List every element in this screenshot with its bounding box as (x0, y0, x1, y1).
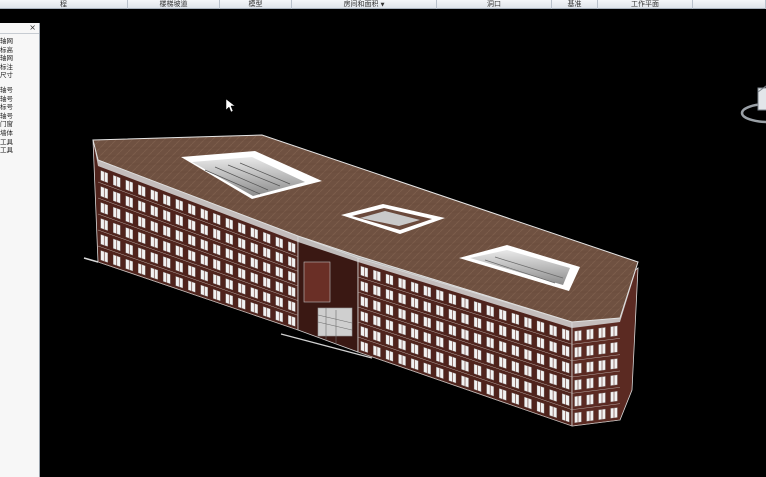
mouse-cursor-icon (225, 98, 236, 113)
browser-item[interactable]: 工具 (0, 146, 39, 155)
drawing-area-3d-view[interactable] (41, 23, 766, 477)
building-3d-model (83, 85, 766, 427)
browser-item[interactable]: 门窗 (0, 120, 39, 129)
view-cube-icon[interactable] (740, 85, 766, 124)
browser-item[interactable]: 轴号 (0, 95, 39, 104)
ribbon-panel-2[interactable]: 模型 (220, 0, 292, 9)
browser-item[interactable]: 轴网 (0, 37, 39, 46)
ribbon-panel-0[interactable]: 程 (0, 0, 128, 9)
project-browser: × 轴网 标高 轴网 标注 尺寸 轴号 轴号 标号 轴号 门窗 墙体 工具 工具 (0, 23, 40, 477)
browser-item[interactable]: 轴号 (0, 86, 39, 95)
browser-item[interactable]: 墙体 (0, 129, 39, 138)
browser-item[interactable]: 标注 (0, 63, 39, 72)
ribbon-panel-label: 模型 (248, 0, 263, 8)
ground-edge (83, 257, 99, 263)
ribbon-panel-7[interactable] (693, 0, 766, 9)
dropdown-arrow-icon[interactable]: ▼ (381, 2, 385, 8)
browser-item[interactable]: 工具 (0, 138, 39, 147)
ribbon-panel-label: 房间和面积 (343, 0, 379, 8)
browser-item[interactable]: 标高 (0, 46, 39, 55)
ribbon-panel-label: 基准 (567, 0, 582, 8)
browser-item[interactable]: 轴号 (0, 112, 39, 121)
browser-item[interactable]: 标号 (0, 103, 39, 112)
ribbon-panel-label: 洞口 (487, 0, 501, 8)
ribbon-panel-1[interactable]: 楼梯坡道 (128, 0, 220, 9)
ribbon-panel-4[interactable]: 洞口 (437, 0, 552, 9)
ribbon-panel-label: 工作平面 (631, 0, 659, 8)
ribbon-panel-3[interactable]: 房间和面积 ▼ (292, 0, 437, 9)
ribbon-panel-label: 程 (60, 0, 67, 8)
browser-item[interactable]: 轴网 (0, 54, 39, 63)
ribbon-panel-6[interactable]: 工作平面 (598, 0, 693, 9)
ribbon-panel-5[interactable]: 基准 (552, 0, 598, 9)
ribbon-panel-label: 楼梯坡道 (159, 0, 188, 8)
close-icon[interactable]: × (29, 24, 36, 32)
browser-item[interactable]: 尺寸 (0, 71, 39, 80)
ribbon-panel-bar: 程 楼梯坡道 模型 房间和面积 ▼ 洞口 基准 工作平面 (0, 0, 766, 9)
project-browser-tree: 轴网 标高 轴网 标注 尺寸 轴号 轴号 标号 轴号 门窗 墙体 工具 工具 (0, 37, 39, 155)
